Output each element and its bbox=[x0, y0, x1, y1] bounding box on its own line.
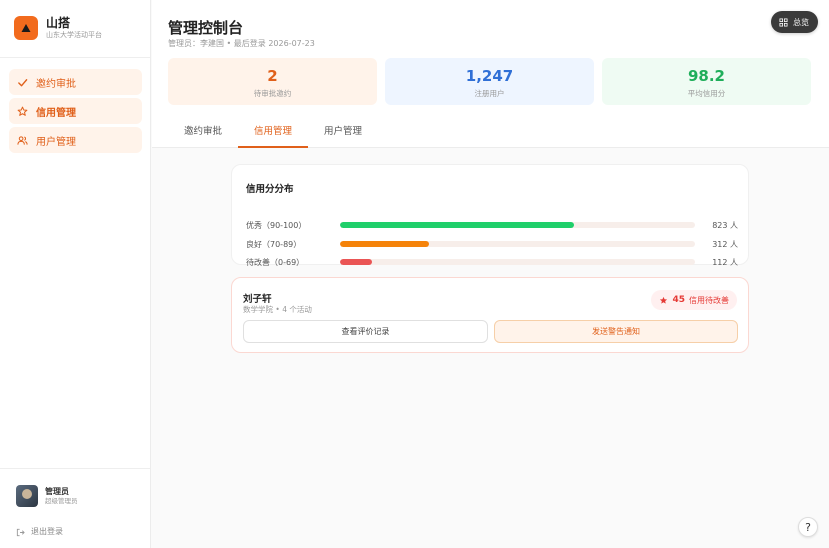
tab-users[interactable]: 用户管理 bbox=[308, 116, 378, 148]
tab-credit[interactable]: 信用管理 bbox=[238, 116, 308, 148]
card-title: 信用分分布 bbox=[246, 184, 294, 195]
brand[interactable]: 山搭 山东大学活动平台 bbox=[14, 16, 102, 40]
distribution-bar-fill bbox=[340, 259, 372, 265]
distribution-count: 312 人 bbox=[712, 239, 738, 249]
sidebar-nav: 邀约审批 信用管理 用户管理 bbox=[9, 69, 142, 156]
stat-value: 98.2 bbox=[687, 67, 725, 85]
distribution-count: 823 人 bbox=[712, 220, 738, 230]
distribution-bar bbox=[340, 259, 695, 265]
check-icon bbox=[17, 77, 28, 88]
credit-badge: 45 信用待改善 bbox=[651, 290, 737, 310]
credit-status: 信用待改善 bbox=[689, 295, 729, 305]
distribution-row: 优秀（90-100） 823 人 bbox=[246, 219, 738, 231]
stat-label: 注册用户 bbox=[474, 89, 505, 98]
grid-icon bbox=[779, 17, 793, 27]
overview-label: 总览 bbox=[793, 17, 809, 27]
distribution-count: 112 人 bbox=[712, 257, 738, 267]
sidebar-item-label: 用户管理 bbox=[36, 136, 76, 148]
flagged-user-card: 刘子轩 数学学院 • 4 个活动 45 信用待改善 查看评价记录 发送警告通知 bbox=[231, 277, 749, 353]
stat-label: 平均信用分 bbox=[687, 89, 726, 98]
user-name: 刘子轩 bbox=[243, 294, 272, 305]
credit-distribution-card: 信用分分布 优秀（90-100） 823 人 良好（70-89） 312 人 待… bbox=[231, 164, 749, 268]
app-subtitle: 山东大学活动平台 bbox=[46, 31, 102, 39]
distribution-bar-fill bbox=[340, 241, 429, 247]
distribution-label: 待改善（0-69） bbox=[246, 257, 305, 267]
stats-row: 2 待审批邀约 1,247 注册用户 98.2 平均信用分 bbox=[168, 58, 819, 105]
logout-icon bbox=[16, 522, 25, 541]
logo-icon bbox=[14, 16, 38, 40]
distribution-bar bbox=[340, 222, 695, 228]
logout-button[interactable]: 退出登录 bbox=[16, 522, 63, 541]
sidebar-item-label: 邀约审批 bbox=[36, 78, 76, 90]
page-subtitle: 管理员：李建国 • 最后登录 2026-07-23 bbox=[168, 39, 315, 48]
app-name: 山搭 bbox=[46, 16, 71, 30]
sidebar-item-label: 信用管理 bbox=[36, 107, 76, 119]
stat-value: 2 bbox=[267, 67, 278, 85]
current-user[interactable]: 管理员 超级管理员 bbox=[16, 485, 78, 507]
sidebar-bottom-divider bbox=[0, 468, 150, 469]
stat-registered-users: 1,247 注册用户 bbox=[385, 58, 594, 105]
star-icon bbox=[659, 296, 668, 305]
view-reviews-button[interactable]: 查看评价记录 bbox=[243, 320, 488, 343]
tab-bar: 邀约审批 信用管理 用户管理 bbox=[168, 116, 378, 148]
stat-pending-invitations: 2 待审批邀约 bbox=[168, 58, 377, 105]
sidebar-item-credit[interactable]: 信用管理 bbox=[9, 98, 142, 124]
logout-label: 退出登录 bbox=[31, 527, 63, 536]
stat-average-credit: 98.2 平均信用分 bbox=[602, 58, 811, 105]
distribution-bar-fill bbox=[340, 222, 575, 228]
user-meta: 数学学院 • 4 个活动 bbox=[243, 305, 312, 314]
stat-label: 待审批邀约 bbox=[253, 89, 292, 98]
header: 管理控制台 管理员：李建国 • 最后登录 2026-07-23 总览 2 待审批… bbox=[152, 0, 829, 148]
distribution-row: 良好（70-89） 312 人 bbox=[246, 238, 738, 250]
send-warning-button[interactable]: 发送警告通知 bbox=[494, 320, 738, 343]
user-role: 超级管理员 bbox=[45, 497, 78, 505]
sidebar: 山搭 山东大学活动平台 邀约审批 信用管理 用户管理 管理员 超级管理员 退出登… bbox=[0, 0, 151, 548]
star-icon bbox=[17, 106, 28, 117]
sidebar-item-approvals[interactable]: 邀约审批 bbox=[9, 69, 142, 95]
distribution-label: 良好（70-89） bbox=[246, 239, 302, 249]
main-content: 信用分分布 优秀（90-100） 823 人 良好（70-89） 312 人 待… bbox=[152, 149, 829, 548]
avatar bbox=[16, 485, 38, 507]
sidebar-item-users[interactable]: 用户管理 bbox=[9, 127, 142, 153]
credit-score: 45 bbox=[672, 295, 685, 305]
distribution-row: 待改善（0-69） 112 人 bbox=[246, 256, 738, 268]
help-button[interactable]: ? bbox=[798, 517, 818, 537]
overview-button[interactable]: 总览 bbox=[771, 11, 818, 33]
tab-approvals[interactable]: 邀约审批 bbox=[168, 116, 238, 148]
distribution-label: 优秀（90-100） bbox=[246, 220, 307, 230]
user-name: 管理员 bbox=[45, 487, 69, 496]
sidebar-divider bbox=[0, 57, 150, 58]
stat-value: 1,247 bbox=[465, 67, 514, 85]
page-title: 管理控制台 bbox=[168, 19, 244, 37]
users-icon bbox=[17, 135, 28, 146]
distribution-bar bbox=[340, 241, 695, 247]
